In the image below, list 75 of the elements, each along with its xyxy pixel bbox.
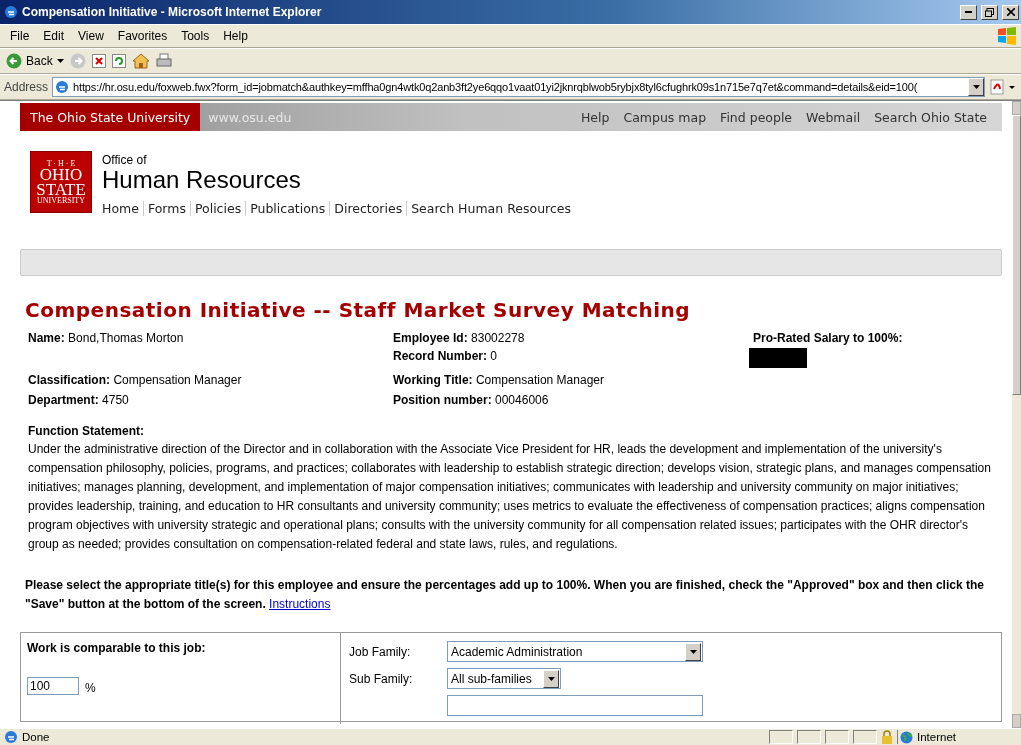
page-icon — [55, 80, 70, 94]
nav-link[interactable]: Search Human Resources — [406, 201, 575, 216]
site-link[interactable]: Webmail — [799, 103, 868, 131]
dropdown-caret-icon — [56, 59, 64, 63]
dropdown-caret-icon — [547, 676, 555, 681]
home-icon[interactable] — [131, 53, 150, 69]
instructions-link[interactable]: Instructions — [269, 597, 331, 611]
select-label: Sub Family: — [349, 671, 414, 686]
browser-icon — [4, 5, 18, 19]
nav-link[interactable]: Policies — [189, 201, 246, 216]
info-field: Classification: Compensation Manager — [28, 372, 393, 388]
site-link[interactable]: Search Ohio State — [867, 103, 994, 131]
site-link[interactable]: Find people — [713, 103, 800, 131]
menu-item[interactable]: View — [72, 27, 110, 45]
menu-item[interactable]: File — [4, 27, 36, 45]
instructions-text: Please select the appropriate title(s) for this employee and ensure the percentages add up to 100%. When you are finished, check the "Approved" box and then click the "Save" button at the bottom of the screen. Instructions — [25, 577, 985, 613]
info-field: Position number: 00046006 — [393, 392, 753, 408]
close-button[interactable] — [1002, 4, 1019, 20]
percent-unit: % — [85, 681, 96, 695]
address-label: Address — [4, 80, 49, 94]
office-of-label: Office of — [102, 153, 148, 167]
lock-icon — [881, 730, 893, 744]
info-field: Working Title: Compensation Manager — [393, 372, 753, 388]
refresh-icon[interactable] — [111, 54, 126, 68]
select-label: Job Family: — [349, 644, 412, 659]
site-link[interactable]: Campus map — [616, 103, 714, 131]
info-field: Employee Id: 83002278 — [393, 330, 753, 346]
university-name-link[interactable]: The Ohio State University — [20, 103, 201, 131]
globe-icon — [900, 730, 913, 744]
back-button[interactable]: Back — [6, 53, 64, 69]
stop-icon[interactable] — [91, 54, 106, 68]
function-statement-text: Under the administrative direction of the Director and in collaboration with the Associate Vice President for HR, leads the development and implementation of the university's compensation philosophy, policies, programs, and practices; collaborates with leadership to establish strategic direction; develops vision, strategic plans, and manages compensation initiatives; manages planning, development, and implementation of major compensation initiatives; communicates with leadership and university community on major initiatives; provides leadership, training, and education to HR consultants and university community; uses metrics to evaluate the effectiveness of compensation practices; aligns compensation program objectives with university strategic and operational plans; consults with the university community for all compensation related issues; participates with the OHR director's group as needed; provides consultation on compensation-related federal and state laws, rules, and regulations. — [28, 441, 992, 553]
minimize-icon — [965, 11, 972, 13]
menu-item[interactable]: Favorites — [111, 27, 174, 45]
page-icon — [4, 730, 18, 744]
nav-link[interactable]: Directories — [329, 201, 407, 216]
site-link[interactable]: Help — [573, 103, 617, 131]
nav-link[interactable]: Publications — [245, 201, 330, 216]
restore-button[interactable] — [981, 4, 998, 20]
info-field: Department: 4750 — [28, 392, 393, 408]
restore-icon — [985, 7, 994, 17]
address-dropdown-button[interactable] — [968, 78, 984, 96]
redacted-box — [749, 348, 807, 368]
university-logo: T · H · E OHIO STATE UNIVERSITY — [30, 151, 92, 213]
status-pane — [797, 730, 821, 744]
family-select[interactable]: All sub-families — [447, 668, 561, 689]
menu-item[interactable]: Edit — [37, 27, 71, 45]
status-text: Done — [22, 731, 51, 743]
dropdown-caret-icon — [972, 85, 980, 89]
scrollbar[interactable] — [1012, 101, 1021, 728]
close-icon — [1006, 8, 1015, 16]
status-pane — [825, 730, 849, 744]
menu-item[interactable]: Help — [217, 27, 254, 45]
comparable-label: Work is comparable to this job: — [27, 641, 207, 655]
percent-field[interactable]: 100 — [27, 677, 79, 695]
menu-item[interactable]: Tools — [175, 27, 216, 45]
dropdown-caret-icon — [689, 649, 697, 654]
zone-text: Internet — [917, 731, 956, 743]
department-title: Human Resources — [102, 167, 302, 193]
window-title: Compensation Initiative - Microsoft Internet Explorer — [22, 5, 323, 19]
select-field[interactable] — [447, 695, 703, 716]
status-pane — [853, 730, 877, 744]
salary-label: Pro-Rated Salary to 100%: — [753, 330, 904, 346]
info-field: Record Number: 0 — [393, 348, 753, 364]
minimize-button[interactable] — [960, 4, 977, 20]
address-field[interactable]: https://hr.osu.edu/foxweb.fwx?form_id=jobmatch&authkey=mffha0gn4wtk0q2anb3ft2ye6qqo1vaat01yi2jknrqblwob5rybjx8tyl6cfughrk09s1n715e7q7et&command=details&eid=100( — [52, 77, 985, 97]
info-field: Name: Bond,Thomas Morton — [28, 330, 393, 346]
page-title: Compensation Initiative -- Staff Market Survey Matching — [25, 298, 692, 322]
family-select[interactable]: Academic Administration — [447, 641, 703, 662]
function-statement-label: Function Statement: — [28, 424, 145, 438]
status-pane — [769, 730, 793, 744]
nav-link[interactable]: Home — [102, 201, 143, 216]
print-icon[interactable] — [155, 53, 172, 69]
windows-flag-icon — [997, 27, 1017, 45]
nav-link[interactable]: Forms — [142, 201, 190, 216]
